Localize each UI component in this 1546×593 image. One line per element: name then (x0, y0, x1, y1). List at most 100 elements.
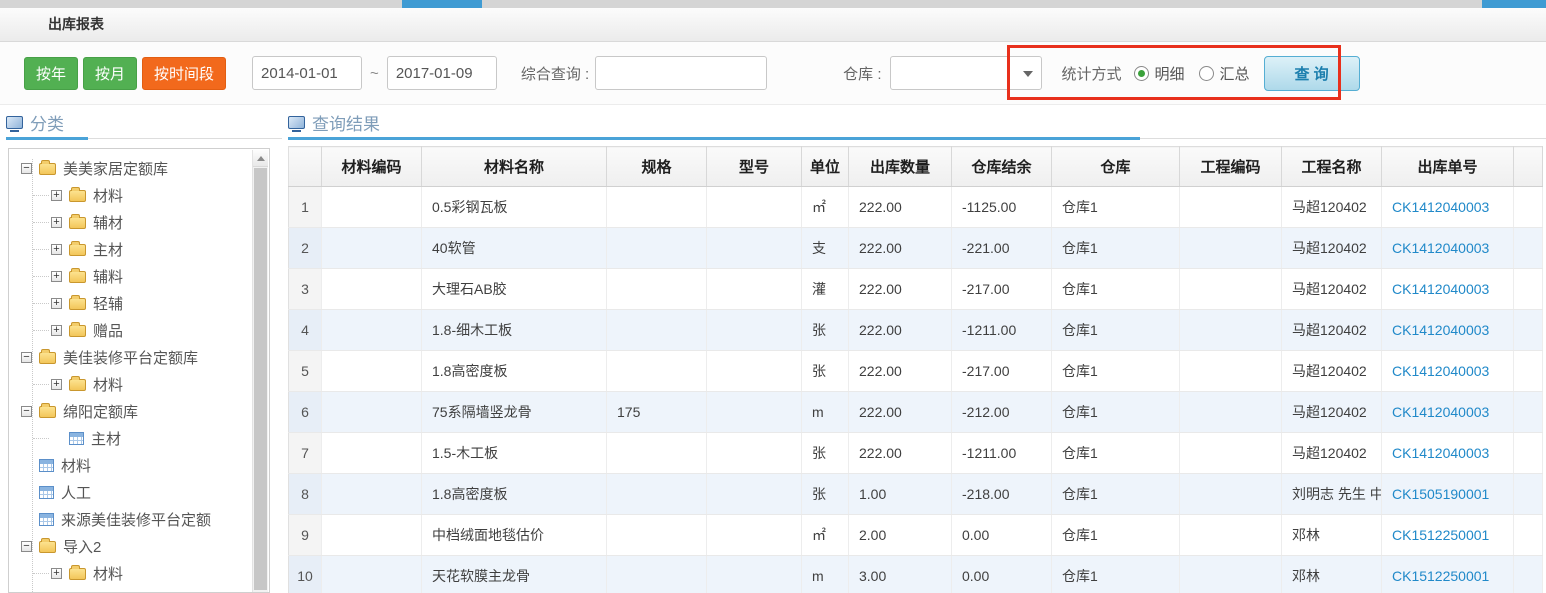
by-month-button[interactable]: 按月 (83, 57, 137, 90)
top-nav-tab[interactable]: 材料管理 (402, 0, 482, 8)
scroll-up-icon[interactable] (253, 150, 268, 167)
expander-plus-icon[interactable]: + (51, 298, 62, 309)
category-sidebar: 分类 −美美家居定额库+材料+辅材+主材+辅料+轻辅+赠品−美佳装修平台定额库+… (0, 105, 282, 593)
cell-balance: 0.00 (952, 515, 1052, 556)
tree-item[interactable]: + 主材 (9, 236, 269, 263)
results-title: 查询结果 (312, 110, 380, 135)
cell-project-code (1180, 433, 1282, 474)
cell-spec (607, 556, 707, 593)
cell-order-no[interactable]: CK1412040003 (1382, 392, 1514, 433)
accent-underline (288, 137, 1140, 140)
date-range-separator: ~ (370, 65, 379, 82)
tree-item[interactable]: +辅材 (9, 209, 269, 236)
tree-item[interactable] (9, 587, 269, 593)
tree-item-label: 材料 (93, 185, 123, 206)
panel-icon (288, 116, 305, 129)
top-nav-tab[interactable]: 系统设置 (922, 0, 1002, 8)
expander-minus-icon[interactable]: − (21, 406, 32, 417)
tree-item[interactable]: +辅料 (9, 263, 269, 290)
warehouse-select[interactable] (890, 56, 1042, 90)
radio-icon[interactable] (1134, 66, 1149, 81)
date-to-input[interactable] (387, 56, 497, 90)
expander-plus-icon[interactable]: + (51, 568, 62, 579)
results-panel: 查询结果 材料编码材料名称规格型号单位出库数量仓库结余仓库工程编码工程名称出库单… (282, 105, 1546, 593)
by-period-button[interactable]: 按时间段 (142, 57, 226, 90)
cell-order-no[interactable]: CK1412040003 (1382, 310, 1514, 351)
cell-trailing (1514, 351, 1543, 392)
stat-option[interactable]: 明细 (1134, 63, 1185, 84)
cell-order-no[interactable]: CK1412040003 (1382, 269, 1514, 310)
expander-plus-icon[interactable]: + (51, 244, 62, 255)
cell-spec (607, 474, 707, 515)
cell-order-no[interactable]: CK1412040003 (1382, 228, 1514, 269)
top-nav-tab[interactable]: 工作台 (0, 0, 66, 8)
top-nav-tab[interactable]: 统计分析 (714, 0, 794, 8)
expander-plus-icon[interactable]: + (51, 271, 62, 282)
tree-item-label: 来源美佳装修平台定额 (61, 509, 211, 530)
cell-order-no[interactable]: CK1412040003 (1382, 351, 1514, 392)
cell-name: 1.8-细木工板 (422, 310, 607, 351)
cell-balance: -1125.00 (952, 187, 1052, 228)
cell-trailing (1514, 187, 1543, 228)
expander-plus-icon[interactable]: + (51, 217, 62, 228)
top-nav-tab[interactable]: 财务管理 (610, 0, 690, 8)
top-nav-tab[interactable]: 集团统计 (818, 0, 898, 8)
column-header (289, 147, 322, 187)
expander-minus-icon[interactable]: − (21, 352, 32, 363)
stat-option[interactable]: 汇总 (1199, 63, 1250, 84)
tree-item[interactable]: +材料 (9, 371, 269, 398)
cell-trailing (1514, 310, 1543, 351)
cell-qty: 222.00 (849, 351, 952, 392)
query-button[interactable]: 查 询 (1264, 56, 1360, 91)
tree-item[interactable]: 来源美佳装修平台定额 (9, 506, 269, 533)
tab-outbound-report[interactable]: 出库报表 (34, 8, 118, 41)
top-nav-right-block (1482, 0, 1546, 8)
scrollbar-thumb[interactable] (254, 168, 267, 590)
tree-scrollbar[interactable] (252, 150, 268, 592)
expander-minus-icon[interactable]: − (21, 541, 32, 552)
expander-plus-icon[interactable]: + (51, 325, 62, 336)
expander-plus-icon[interactable]: + (51, 379, 62, 390)
cell-order-no[interactable]: CK1505190001 (1382, 474, 1514, 515)
tree-item[interactable]: + 材料 (9, 182, 269, 209)
cell-warehouse: 仓库1 (1052, 228, 1180, 269)
expander-plus-icon[interactable]: + (51, 190, 62, 201)
tree-item[interactable]: +赠品 (9, 317, 269, 344)
tree-item[interactable]: 材料 (9, 452, 269, 479)
tree-item[interactable]: −美美家居定额库 (9, 155, 269, 182)
cell-balance: -218.00 (952, 474, 1052, 515)
radio-icon[interactable] (1199, 66, 1214, 81)
date-from-input[interactable] (252, 56, 362, 90)
tree-item[interactable]: 主材 (9, 425, 269, 452)
cell-name: 大理石AB胶 (422, 269, 607, 310)
cell-name: 天花软膜主龙骨 (422, 556, 607, 593)
tree-item[interactable]: − 绵阳定额库 (9, 398, 269, 425)
folder-icon (39, 541, 56, 553)
top-nav-tab[interactable]: 设计施工 (194, 0, 274, 8)
tree-item[interactable]: +轻辅 (9, 290, 269, 317)
tree-item-label: 绵阳定额库 (63, 401, 138, 422)
cell-order-no[interactable]: CK1412040003 (1382, 187, 1514, 228)
expander-minus-icon[interactable]: − (21, 163, 32, 174)
tree-item[interactable]: −美佳装修平台定额库 (9, 344, 269, 371)
cell-order-no[interactable]: CK1412040003 (1382, 433, 1514, 474)
content-area: 分类 −美美家居定额库+材料+辅材+主材+辅料+轻辅+赠品−美佳装修平台定额库+… (0, 105, 1546, 593)
tree-item[interactable]: −导入2 (9, 533, 269, 560)
top-nav-tab[interactable]: 客服管理 (506, 0, 586, 8)
tree-item[interactable]: + 材料 (9, 560, 269, 587)
cell-project-code (1180, 187, 1282, 228)
tree-item-label: 主材 (93, 239, 123, 260)
tree-item-label: 材料 (93, 563, 123, 584)
top-nav-tab[interactable]: 工程管理 (298, 0, 378, 8)
cell-qty: 222.00 (849, 269, 952, 310)
cell-order-no[interactable]: CK1512250001 (1382, 556, 1514, 593)
search-input[interactable] (595, 56, 767, 90)
by-year-button[interactable]: 按年 (24, 57, 78, 90)
cell-project-name: 马超120402 (1282, 187, 1382, 228)
cell-order-no[interactable]: CK1512250001 (1382, 515, 1514, 556)
tree-item[interactable]: 人工 (9, 479, 269, 506)
cell-trailing (1514, 556, 1543, 593)
top-nav-tab[interactable]: 营销管理 (90, 0, 170, 8)
cell-code (322, 351, 422, 392)
top-nav-tabs: 工作台 营销管理 设计施工 工程管理 材料管理 客服管理 财务管理 统计分析 集团统计 系统设置 (0, 0, 1546, 8)
